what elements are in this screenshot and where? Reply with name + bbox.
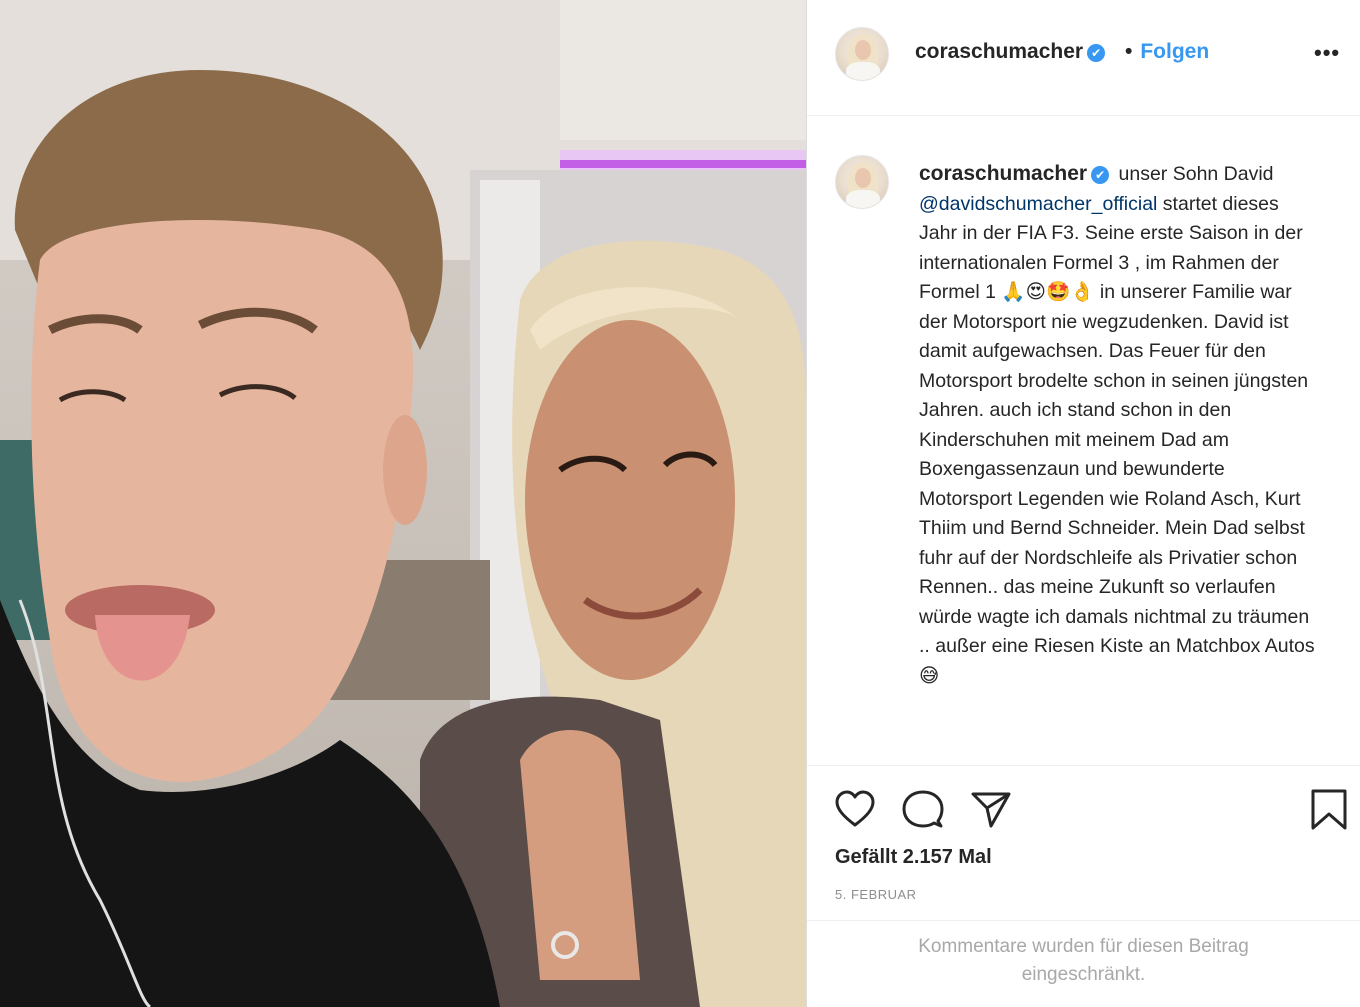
comment-icon[interactable]: [901, 788, 945, 832]
post-photo[interactable]: [0, 0, 806, 1007]
follow-button[interactable]: • Folgen: [1125, 40, 1209, 64]
comments-restricted-notice: Kommentare wurden für diesen Beitrag ein…: [807, 920, 1360, 1007]
mention-link[interactable]: @davidschumacher_official: [919, 193, 1157, 215]
likes-count[interactable]: Gefällt 2.157 Mal: [835, 846, 992, 869]
caption-text-start: unser Sohn David: [1118, 163, 1274, 185]
caption-area[interactable]: coraschumacher ✔ unser Sohn David @davids…: [807, 117, 1360, 765]
post-actions: Gefällt 2.157 Mal 5. FEBRUAR: [807, 765, 1360, 920]
caption-text-body: startet dieses Jahr in der FIA F3. Seine…: [919, 192, 1315, 687]
post-side-panel: coraschumacher ✔ • Folgen ••• coraschumach…: [806, 0, 1360, 1007]
heart-icon[interactable]: [833, 788, 877, 832]
username-text[interactable]: coraschumacher: [915, 40, 1083, 63]
bookmark-icon[interactable]: [1307, 788, 1351, 832]
selfie-illustration: [0, 0, 806, 1007]
verified-badge-icon: ✔: [1087, 44, 1106, 62]
more-options-icon[interactable]: •••: [1314, 40, 1340, 66]
post-date[interactable]: 5. FEBRUAR: [835, 887, 917, 902]
caption-username[interactable]: coraschumacher ✔: [919, 162, 1110, 185]
separator-dot: •: [1125, 40, 1133, 63]
avatar[interactable]: [835, 155, 889, 209]
post-header: coraschumacher ✔ • Folgen •••: [807, 0, 1360, 116]
caption-text: coraschumacher ✔ unser Sohn David @davids…: [919, 159, 1319, 691]
share-icon[interactable]: [969, 788, 1013, 832]
verified-badge-icon: ✔: [1091, 166, 1110, 184]
username-link[interactable]: coraschumacher ✔: [915, 40, 1106, 64]
follow-label[interactable]: Folgen: [1140, 40, 1209, 63]
avatar[interactable]: [835, 27, 889, 81]
